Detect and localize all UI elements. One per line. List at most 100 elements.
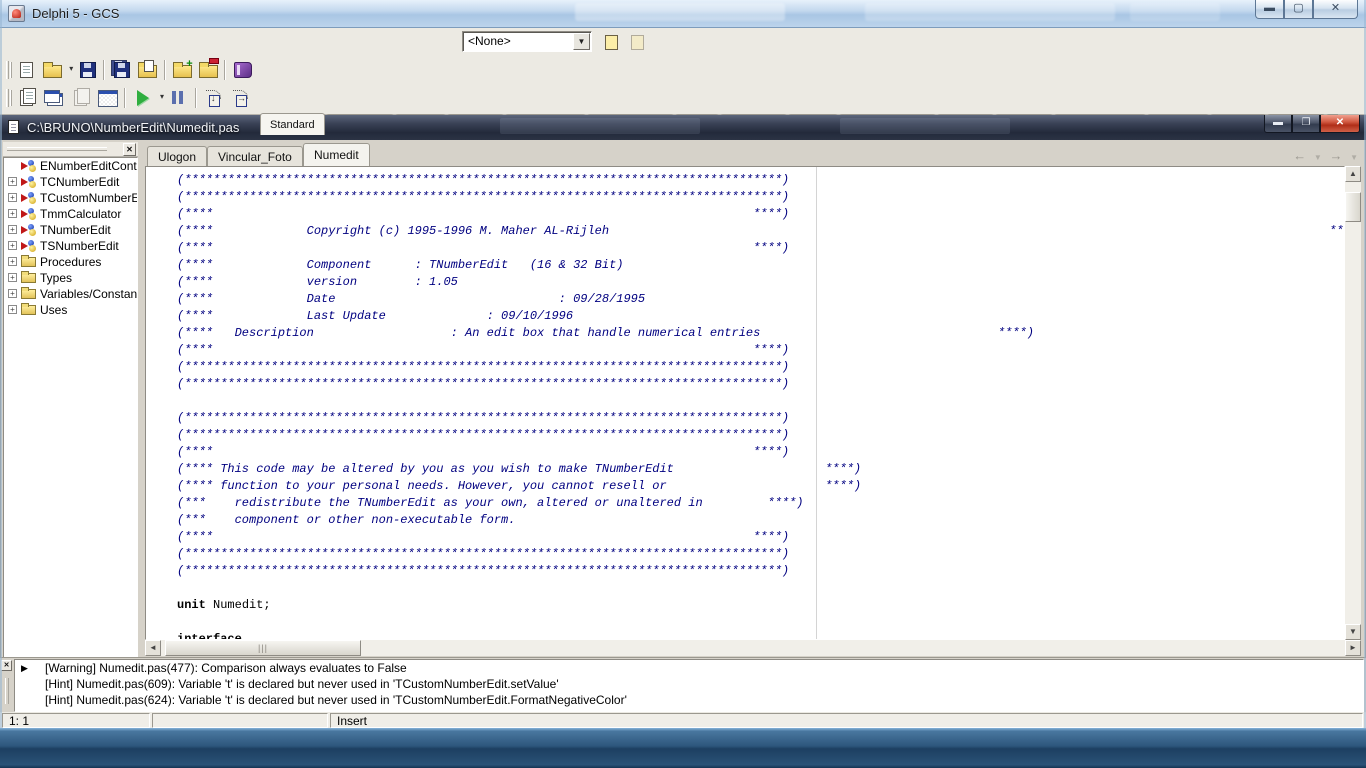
- editor-tabstrip: Ulogon Vincular_Foto Numedit ← ▼ → ▼: [145, 142, 1366, 166]
- add-file-to-project-button[interactable]: +: [170, 58, 194, 82]
- expand-plus-icon[interactable]: +: [8, 257, 17, 266]
- class-icon: [21, 208, 37, 220]
- desktop-layout-combo[interactable]: <None> ▼: [462, 31, 592, 52]
- modified-indicator: [152, 713, 328, 728]
- scroll-left-icon[interactable]: ◄: [145, 640, 161, 656]
- status-bar: 1: 1 Insert: [0, 713, 1366, 728]
- tree-item-tmmcalculator[interactable]: + TmmCalculator: [4, 206, 137, 222]
- explorer-close-icon[interactable]: ✕: [123, 143, 136, 156]
- messages-close-icon[interactable]: ✕: [1, 660, 12, 671]
- back-icon[interactable]: ←: [1293, 148, 1308, 163]
- messages-panel-strip: ✕: [1, 660, 14, 712]
- close-button[interactable]: ✕: [1313, 0, 1358, 19]
- app-titlebar[interactable]: Delphi 5 - GCS ▬ ▢ ✕: [0, 0, 1366, 28]
- vertical-scrollbar[interactable]: ▲ ▼: [1345, 166, 1361, 640]
- message-hint[interactable]: [Hint] Numedit.pas(609): Variable 't' is…: [15, 676, 1363, 692]
- panel-grip[interactable]: [7, 147, 107, 151]
- folder-icon: [21, 255, 36, 267]
- tree-item-tcnumberedit[interactable]: + TCNumberEdit: [4, 174, 137, 190]
- open-project-button[interactable]: [135, 58, 159, 82]
- open-file-button[interactable]: [40, 58, 73, 82]
- palette-tab-standard[interactable]: Standard: [260, 113, 325, 135]
- interface-declaration: interface: [177, 632, 242, 640]
- message-warning[interactable]: [Warning] Numedit.pas(477): Comparison a…: [15, 660, 1363, 676]
- maximize-button[interactable]: ▢: [1284, 0, 1313, 19]
- remove-file-from-project-button[interactable]: [196, 58, 220, 82]
- folder-icon: [21, 303, 36, 315]
- expand-plus-icon[interactable]: +: [8, 193, 17, 202]
- scroll-up-icon[interactable]: ▲: [1345, 166, 1361, 182]
- editor-titlebar[interactable]: C:\BRUNO\NumberEdit\Numedit.pas ▬ ❐ ✕: [0, 115, 1366, 140]
- folder-icon: [21, 287, 36, 299]
- class-icon: [21, 240, 37, 252]
- scroll-right-icon[interactable]: ►: [1345, 640, 1361, 656]
- horizontal-scroll-thumb[interactable]: |||: [165, 640, 361, 656]
- horizontal-scrollbar[interactable]: ◄ ||| ►: [145, 640, 1361, 656]
- expand-plus-icon[interactable]: +: [8, 209, 17, 218]
- vertical-scroll-thumb[interactable]: [1345, 192, 1361, 222]
- toolbar-separator: [195, 88, 197, 108]
- new-file-button[interactable]: [14, 58, 38, 82]
- forward-icon[interactable]: →: [1329, 148, 1344, 163]
- scroll-down-icon[interactable]: ▼: [1345, 624, 1361, 640]
- editor-tab-numedit[interactable]: Numedit: [303, 143, 370, 166]
- background-window-blur: [575, 3, 785, 21]
- message-hint[interactable]: [Hint] Numedit.pas(624): Variable 't' is…: [15, 692, 1363, 708]
- toolbar-separator: [163, 60, 166, 80]
- chevron-down-icon[interactable]: ▼: [573, 33, 590, 50]
- insert-mode-indicator: Insert: [330, 713, 1363, 728]
- window-controls: ▬ ▢ ✕: [1255, 0, 1358, 19]
- editor-minimize-button[interactable]: ▬: [1264, 115, 1292, 133]
- tree-item-enumbereditcontrol[interactable]: ENumberEditControl: [4, 158, 137, 174]
- tree-item-procedures[interactable]: + Procedures: [4, 254, 137, 270]
- save-desktop-button[interactable]: [602, 31, 624, 53]
- editor-close-button[interactable]: ✕: [1320, 115, 1360, 133]
- run-button[interactable]: [130, 86, 164, 110]
- save-file-button[interactable]: [75, 58, 99, 82]
- expand-plus-icon[interactable]: +: [8, 289, 17, 298]
- toolbar-zone: + StandardAdditionalWin32SystemData Acce…: [0, 55, 1366, 166]
- screen: Delphi 5 - GCS ▬ ▢ ✕ File Edit Search Vi…: [0, 0, 1366, 768]
- source-code: (***************************************…: [177, 172, 1344, 640]
- editor-tab-ulogon[interactable]: Ulogon: [147, 146, 208, 166]
- expand-plus-icon[interactable]: +: [8, 225, 17, 234]
- tree-item-uses[interactable]: + Uses: [4, 302, 137, 318]
- editor-restore-button[interactable]: ❐: [1292, 115, 1320, 133]
- back-dropdown-icon[interactable]: ▼: [1314, 153, 1324, 162]
- pause-button[interactable]: [166, 86, 191, 110]
- save-all-button[interactable]: [109, 58, 133, 82]
- background-window-blur: [1130, 3, 1220, 21]
- view-unit-button[interactable]: [14, 86, 39, 110]
- minimize-button[interactable]: ▬: [1255, 0, 1284, 19]
- editor-nav-arrows: ← ▼ → ▼: [1293, 148, 1360, 163]
- editor-tab-vincular-foto[interactable]: Vincular_Foto: [207, 146, 303, 166]
- expand-plus-icon[interactable]: +: [8, 177, 17, 186]
- expand-plus-icon[interactable]: +: [8, 241, 17, 250]
- toolbar-separator: [103, 60, 106, 80]
- new-form-button[interactable]: [95, 86, 120, 110]
- set-debug-desktop-button[interactable]: [628, 31, 650, 53]
- trace-into-button[interactable]: [201, 86, 226, 110]
- panel-grip[interactable]: [5, 678, 9, 704]
- forward-dropdown-icon[interactable]: ▼: [1350, 153, 1360, 162]
- unit-file-icon: [8, 120, 19, 134]
- background-blur: [500, 118, 700, 134]
- tree-item-variables-constants[interactable]: + Variables/Constants: [4, 286, 137, 302]
- expand-plus-icon[interactable]: +: [8, 273, 17, 282]
- tree-item-tnumberedit[interactable]: + TNumberEdit: [4, 222, 137, 238]
- toolbar-grip[interactable]: [6, 89, 9, 107]
- tree-item-types[interactable]: + Types: [4, 270, 137, 286]
- help-contents-button[interactable]: [230, 58, 254, 82]
- step-over-button[interactable]: [228, 86, 253, 110]
- tree-item-tcustomnumberedit[interactable]: + TCustomNumberEdit: [4, 190, 137, 206]
- toggle-form-unit-button[interactable]: [68, 86, 93, 110]
- tree-item-tsnumberedit[interactable]: + TSNumberEdit: [4, 238, 137, 254]
- view-form-button[interactable]: [41, 86, 66, 110]
- code-editor[interactable]: (***************************************…: [145, 166, 1345, 640]
- code-explorer-tree: ENumberEditControl + TCNumberEdit + TCus…: [3, 157, 138, 665]
- desktop-layout-value: <None>: [468, 34, 511, 48]
- expand-plus-icon[interactable]: +: [8, 305, 17, 314]
- toolbar-grip[interactable]: [6, 61, 9, 79]
- class-icon: [21, 192, 37, 204]
- taskbar: e C:\_ W PT ✕ ✕ 11:17: [0, 728, 1366, 768]
